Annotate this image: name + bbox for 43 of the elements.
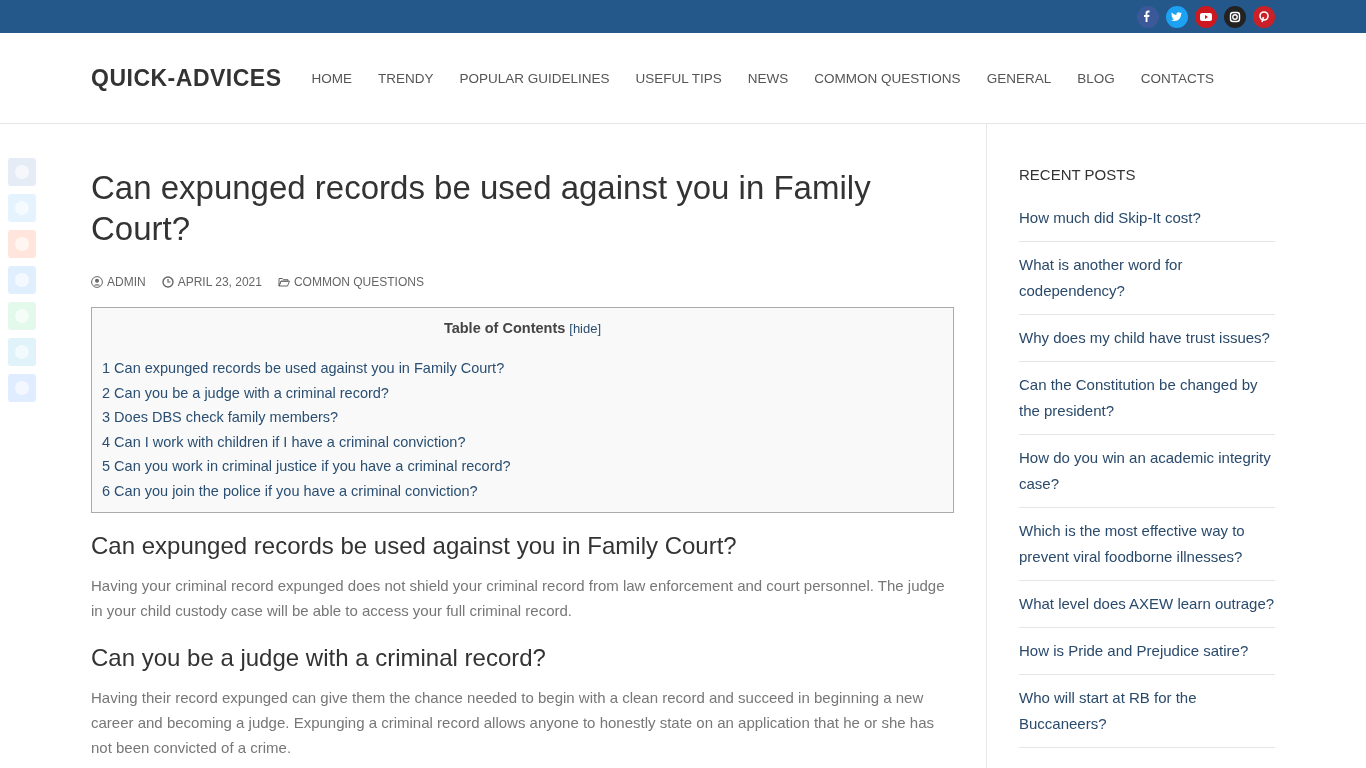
recent-post-link[interactable]: How is Pride and Prejudice satire? [1019,628,1275,675]
video-play-icon[interactable] [1195,5,1217,28]
post-date: APRIL 23, 2021 [177,275,262,289]
nav-link[interactable]: GENERAL [986,70,1052,86]
toc-toggle-link[interactable]: [hide] [569,321,602,336]
article-title: Can expunged records be used against you in Family Court? [91,168,872,249]
sidebar-title: RECENT POSTS [1019,166,1137,183]
camera-icon[interactable] [1224,5,1246,28]
recent-post-link[interactable]: Which is the most effective way to prevent viral foodborne illnesses? [1019,508,1275,581]
toc-link[interactable]: 6 Can you join the police if you have a criminal conviction? [102,478,478,504]
site-logo[interactable]: QUICK-ADVICES [91,64,282,92]
folder-icon [277,276,290,288]
paragraph: Having their record expunged can give them the chance needed to begin with a clean record and succeed in beginning a new career and becoming a judge. Expunging a criminal record allows anyone to honestly state on an application that he or she has not been convicted of a crime. [91,687,936,758]
toc-link[interactable]: 1 Can expunged records be used against you in Family Court? [102,356,505,381]
toc-link[interactable]: 3 Does DBS check family members? [102,405,339,430]
nav-link[interactable]: COMMON QUESTIONS [814,70,961,86]
twitter-icon[interactable] [1166,5,1188,28]
toc-link[interactable]: 5 Can you work in criminal justice if you have a criminal record? [102,454,511,479]
recent-post-link[interactable]: What level does AXEW learn outrage? [1019,581,1275,628]
author-link[interactable]: ADMIN [107,275,146,289]
category-link[interactable]: COMMON QUESTIONS [293,275,424,289]
section-heading: Can you be a judge with a criminal record? [91,642,547,673]
recent-post-link[interactable]: Who will start at RB for the Buccaneers? [1019,675,1275,748]
user-icon [91,276,103,288]
nav-link[interactable]: HOME [311,70,352,86]
nav-link[interactable]: BLOG [1077,70,1115,86]
recent-post-link[interactable]: How much did Skip-It cost? [1019,195,1275,242]
toc-link[interactable]: 4 Can I work with children if I have a criminal conviction? [102,429,466,455]
recent-post-link[interactable]: What is another word for codependency? [1019,242,1275,315]
section-heading: Can expunged records be used against you in Family Court? [91,530,738,561]
toc-link[interactable]: 2 Can you be a judge with a criminal record? [102,380,389,406]
nav-link[interactable]: TRENDY [378,70,434,86]
toc-title: Table of Contents [443,320,566,336]
nav-link[interactable]: NEWS [747,70,789,86]
recent-post-link[interactable]: How do you win an academic integrity case? [1019,435,1275,508]
pin-icon[interactable] [1253,5,1275,28]
recent-post-link[interactable]: Can the Constitution be changed by the president? [1019,362,1275,435]
nav-link[interactable]: CONTACTS [1140,70,1214,86]
nav-link[interactable]: POPULAR GUIDELINES [459,70,610,86]
recent-post-link[interactable]: Why does my child have trust issues? [1019,315,1275,362]
clock-icon [161,276,174,288]
nav-link[interactable]: USEFUL TIPS [635,70,722,86]
paragraph: Having your criminal record expunged does not shield your criminal record from law enforcement and court personnel. The judge in your child custody case will be able to access your full criminal record. [91,575,946,621]
